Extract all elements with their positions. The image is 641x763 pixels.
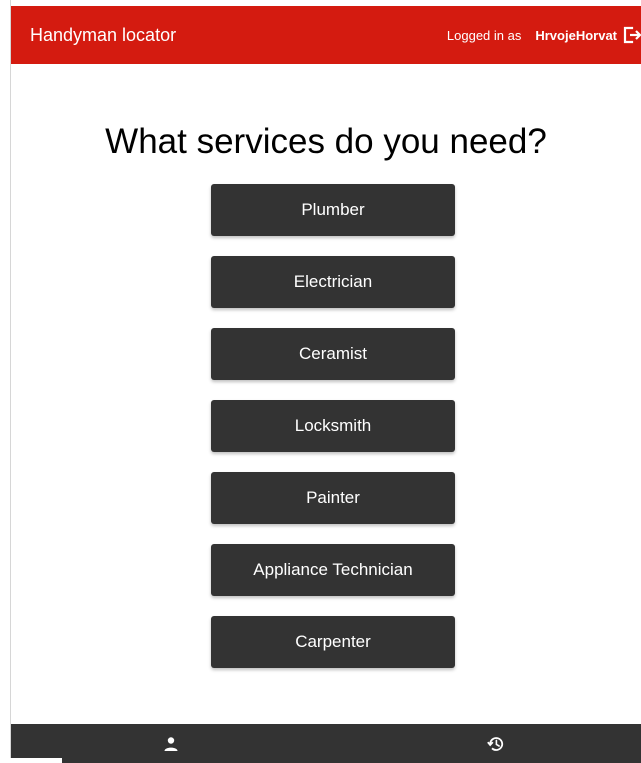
- profile-nav-button[interactable]: [146, 724, 196, 763]
- logged-in-label: Logged in as: [446, 27, 522, 43]
- services-content: What services do you need? Plumber Elect…: [11, 64, 641, 724]
- service-button-carpenter[interactable]: Carpenter: [211, 616, 455, 668]
- person-icon: [164, 736, 178, 751]
- service-button-ceramist[interactable]: Ceramist: [211, 328, 455, 380]
- left-window-edge: [0, 0, 10, 763]
- service-list: Plumber Electrician Ceramist Locksmith P…: [211, 184, 455, 688]
- logout-icon[interactable]: [623, 26, 641, 44]
- page-title: What services do you need?: [105, 122, 547, 161]
- history-icon: [487, 736, 504, 751]
- service-button-locksmith[interactable]: Locksmith: [211, 400, 455, 452]
- bottom-navigation: [11, 724, 641, 763]
- app-title: Handyman locator: [30, 25, 177, 45]
- login-status: Logged in as HrvojeHorvat: [447, 6, 641, 64]
- window-bottom-edge: [10, 758, 62, 763]
- app-frame: Handyman locator Logged in as HrvojeHorv…: [11, 6, 641, 763]
- service-button-plumber[interactable]: Plumber: [211, 184, 455, 236]
- logout-button[interactable]: [623, 26, 641, 44]
- service-button-appliance-technician[interactable]: Appliance Technician: [211, 544, 455, 596]
- service-button-painter[interactable]: Painter: [211, 472, 455, 524]
- service-button-electrician[interactable]: Electrician: [211, 256, 455, 308]
- username: HrvojeHorvat: [535, 27, 617, 43]
- history-nav-button[interactable]: [471, 724, 521, 763]
- app-header: Handyman locator Logged in as HrvojeHorv…: [11, 6, 641, 64]
